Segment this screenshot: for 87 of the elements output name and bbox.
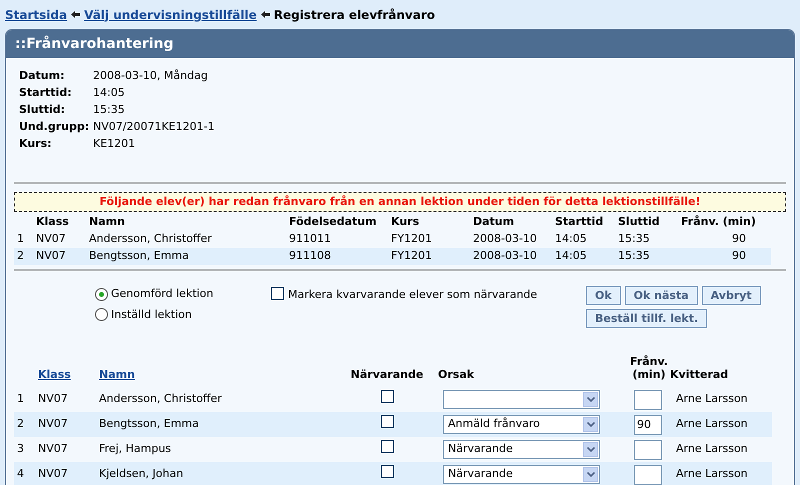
info-value: 15:35 xyxy=(93,102,126,118)
table-cell: 911011 xyxy=(289,231,391,248)
row-number: 2 xyxy=(14,248,36,265)
table-cell: Frej, Hampus xyxy=(99,437,336,462)
reason-dropdown[interactable]: Närvarande xyxy=(443,440,600,459)
table-cell: NV07 xyxy=(38,437,99,462)
row-number: 4 xyxy=(14,462,38,485)
table-cell: Arne Larsson xyxy=(670,387,772,412)
info-value: NV07/20071KE1201-1 xyxy=(93,119,215,135)
minutes-field[interactable] xyxy=(634,464,662,484)
radio-button[interactable] xyxy=(95,288,108,301)
column-header: Datum xyxy=(473,214,516,230)
row-number: 2 xyxy=(14,412,38,437)
reason-dropdown[interactable]: Närvarande xyxy=(443,465,600,484)
table-cell: Kjeldsen, Johan xyxy=(99,462,336,485)
column-header: Starttid xyxy=(555,214,604,230)
row-number: 1 xyxy=(14,387,38,412)
form-button[interactable]: Ok nästa xyxy=(624,286,698,305)
reason-dropdown[interactable]: Anmäld frånvaro xyxy=(443,415,600,434)
info-label: Starttid: xyxy=(19,85,73,101)
info-label: Datum: xyxy=(19,68,66,84)
table-cell: Andersson, Christoffer xyxy=(99,387,336,412)
table-cell: Bengtsson, Emma xyxy=(99,412,336,437)
column-header: Orsak xyxy=(438,368,474,381)
column-header: Födelsedatum xyxy=(289,214,378,230)
table-cell: FY1201 xyxy=(391,231,473,248)
checkbox-label: Markera kvarvarande elever som närvarande xyxy=(288,287,538,303)
row-number: 1 xyxy=(14,231,36,248)
table-cell: 90 xyxy=(681,248,771,265)
table-cell: 14:05 xyxy=(555,231,618,248)
table-cell: Arne Larsson xyxy=(670,412,772,437)
row-number: 3 xyxy=(14,437,38,462)
table-cell: Bengtsson, Emma xyxy=(89,248,289,265)
form-button[interactable]: Avbryt xyxy=(702,286,761,305)
checkbox[interactable] xyxy=(380,440,394,454)
column-header: Namn xyxy=(89,214,126,230)
table-cell: 14:05 xyxy=(555,248,618,265)
column-header: Sluttid xyxy=(618,214,661,230)
info-label: Und.grupp: xyxy=(19,119,90,135)
table-cell: FY1201 xyxy=(391,248,473,265)
info-label: Kurs: xyxy=(19,136,53,152)
left-arrow-icon xyxy=(71,11,80,18)
form-button[interactable]: Beställ tillf. lekt. xyxy=(586,309,708,328)
checkbox[interactable] xyxy=(380,415,394,428)
breadcrumb-link[interactable]: Välj undervisningstillfälle xyxy=(84,6,257,24)
form-button[interactable]: Ok xyxy=(586,286,621,305)
table-cell: 911108 xyxy=(289,248,391,265)
left-arrow-icon xyxy=(260,11,270,18)
info-value: 14:05 xyxy=(93,85,126,101)
radio-label: Inställd lektion xyxy=(111,306,192,322)
sort-link[interactable]: Namn xyxy=(99,368,135,381)
minutes-field[interactable] xyxy=(634,390,662,410)
table-cell: Arne Larsson xyxy=(670,437,772,462)
table-cell: NV07 xyxy=(36,231,89,248)
radio-button[interactable] xyxy=(95,308,108,322)
table-cell: Andersson, Christoffer xyxy=(89,231,289,248)
table-cell: NV07 xyxy=(38,387,99,412)
table-cell: NV07 xyxy=(38,462,99,485)
column-header: Kvitterad xyxy=(670,368,728,381)
breadcrumb-current: Registrera elevfrånvaro xyxy=(274,6,436,24)
column-header: Närvarande xyxy=(350,368,424,381)
sort-link[interactable]: Klass xyxy=(38,368,71,381)
checkbox[interactable] xyxy=(271,287,284,300)
minutes-field[interactable]: 90 xyxy=(634,414,662,434)
table-cell: NV07 xyxy=(38,412,99,437)
column-header: Frånv. (min) xyxy=(629,355,669,381)
column-header: Frånv. (min) xyxy=(681,214,757,230)
panel-header: ::Frånvarohantering xyxy=(6,30,794,58)
checkbox[interactable] xyxy=(380,465,394,478)
table-cell: 2008-03-10 xyxy=(473,248,555,265)
table-cell: 2008-03-10 xyxy=(473,231,555,248)
table-cell: NV07 xyxy=(36,248,89,265)
minutes-field[interactable] xyxy=(634,440,662,460)
column-header: Klass xyxy=(36,214,70,230)
table-cell: 90 xyxy=(681,231,771,248)
column-header: Kurs xyxy=(391,214,420,230)
table-cell: 15:35 xyxy=(618,231,681,248)
breadcrumb-link[interactable]: Startsida xyxy=(5,6,68,24)
info-label: Sluttid: xyxy=(19,102,66,118)
info-value: KE1201 xyxy=(93,136,136,152)
checkbox[interactable] xyxy=(380,390,394,404)
reason-dropdown[interactable] xyxy=(443,390,600,409)
info-value: 2008-03-10, Måndag xyxy=(93,68,209,84)
warning-banner: Följande elev(er) har redan frånvaro från en annan lektion under tiden för detta lektionstillfälle! xyxy=(14,192,786,212)
table-cell: 15:35 xyxy=(618,248,681,265)
table-cell: Arne Larsson xyxy=(670,462,772,485)
radio-label: Genomförd lektion xyxy=(111,286,214,302)
